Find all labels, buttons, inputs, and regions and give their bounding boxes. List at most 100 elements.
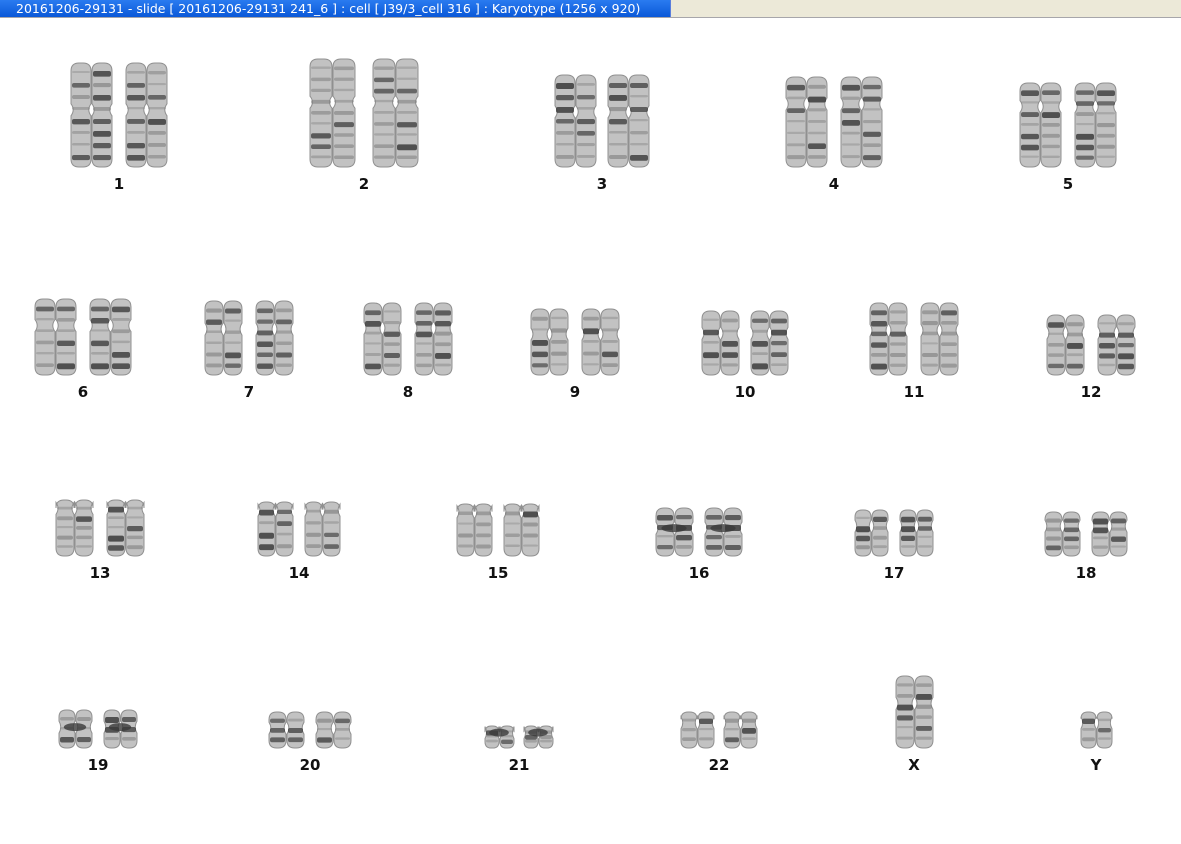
chromosome-homolog[interactable] (315, 711, 352, 749)
g-band (842, 96, 860, 100)
chromosome-homolog[interactable] (680, 711, 715, 749)
chromosome-homolog[interactable] (1019, 82, 1062, 168)
chromosome-homolog[interactable] (34, 298, 77, 376)
chromosome-homolog[interactable] (869, 302, 908, 376)
g-band (1081, 718, 1095, 725)
chromosome-pair-4[interactable] (785, 75, 883, 169)
g-band (311, 133, 331, 139)
centromere (489, 728, 509, 737)
chromosome-homolog[interactable] (1044, 511, 1081, 557)
chromosome-homolog[interactable] (854, 509, 889, 557)
g-band (1042, 123, 1060, 127)
chromosome-homolog[interactable] (103, 709, 138, 749)
chromosome-homolog[interactable] (304, 501, 341, 557)
g-band (1097, 718, 1111, 722)
chromosome-homolog[interactable] (1046, 314, 1085, 376)
chromosome-pair-22[interactable] (680, 710, 758, 750)
chromosome-homolog[interactable] (920, 302, 959, 376)
chromosome-pair-6[interactable] (34, 297, 132, 377)
chromosome-homolog[interactable] (523, 725, 554, 749)
chromosome-homolog[interactable] (255, 300, 294, 376)
chromosome-homolog[interactable] (554, 74, 597, 168)
g-band (941, 342, 957, 347)
chromosome-pair-18[interactable] (1044, 510, 1128, 558)
g-band (1046, 545, 1061, 551)
chromosome-homolog[interactable] (1074, 82, 1117, 168)
chromosome-pair-3[interactable] (554, 73, 650, 169)
chromosome-homolog[interactable] (899, 509, 934, 557)
g-band (725, 535, 741, 538)
chromosome-pair-16[interactable] (655, 506, 743, 558)
chromosome-homolog[interactable] (723, 711, 758, 749)
g-band (127, 131, 145, 134)
chromosome-pair-14[interactable] (257, 500, 341, 558)
chromosome-homolog[interactable] (530, 308, 569, 376)
chromosome-homolog[interactable] (704, 507, 743, 557)
chromosome-pair-1[interactable] (70, 61, 168, 169)
g-band (416, 363, 432, 368)
chromosome-homolog[interactable] (414, 302, 453, 376)
chromosome-homolog[interactable] (840, 76, 883, 168)
chromosome-pair-15[interactable] (456, 502, 540, 558)
chromosome-homolog[interactable] (1080, 711, 1112, 749)
chromosome-homolog[interactable] (257, 501, 294, 557)
g-band (918, 535, 932, 538)
chromosome-homolog[interactable] (70, 62, 113, 168)
window-title-tab[interactable]: 20161206-29131 - slide [ 20161206-29131 … (0, 0, 671, 17)
chromosome-pair-graphic (530, 308, 620, 376)
chromosome-homolog[interactable] (503, 503, 540, 557)
chromosome-homolog[interactable] (581, 308, 620, 376)
chromosome-pair-y[interactable] (1080, 710, 1112, 750)
chromosome-homolog[interactable] (750, 310, 789, 376)
g-band (270, 728, 285, 733)
g-band (630, 119, 648, 122)
chromosome-pair-8[interactable] (363, 301, 453, 377)
chromosome-homolog[interactable] (106, 499, 145, 557)
chromosome-pair-9[interactable] (530, 307, 620, 377)
chromosome-homolog[interactable] (55, 499, 94, 557)
g-band (856, 526, 870, 533)
chromosome-homolog[interactable] (607, 74, 650, 168)
chromosome-homolog[interactable] (1091, 511, 1128, 557)
chromosome-pair-19[interactable] (58, 708, 138, 750)
chromosome-homolog[interactable] (363, 302, 402, 376)
chromosome-homolog[interactable] (785, 76, 828, 168)
chromosome-homolog[interactable] (484, 725, 515, 749)
chromosome-pair-21[interactable] (484, 724, 554, 750)
chromosome-pair-12[interactable] (1046, 313, 1136, 377)
chromosome-homolog[interactable] (456, 503, 493, 557)
g-band (722, 318, 738, 323)
chromosome-pair-17[interactable] (854, 508, 934, 558)
chromosome-homolog[interactable] (701, 310, 740, 376)
chromosome-pair-11[interactable] (869, 301, 959, 377)
g-band (57, 306, 75, 312)
chromosome-homolog[interactable] (125, 62, 168, 168)
g-band (922, 363, 938, 367)
g-band (257, 352, 273, 358)
g-band (871, 363, 887, 370)
chromosome-pair-10[interactable] (701, 309, 789, 377)
chromosome-homolog[interactable] (89, 298, 132, 376)
chromosome-pair-x[interactable] (895, 674, 933, 750)
chromosome-homolog[interactable] (372, 58, 419, 168)
g-band (93, 131, 111, 137)
chromosome-pair-13[interactable] (55, 498, 145, 558)
chromosome-homolog[interactable] (268, 711, 305, 749)
chromosome-pair-20[interactable] (268, 710, 352, 750)
chromosome-pair-2[interactable] (309, 57, 419, 169)
chromosome-pair-5[interactable] (1019, 81, 1117, 169)
chromosome-homolog[interactable] (58, 709, 93, 749)
g-band (676, 535, 692, 541)
chromosome-pair-7[interactable] (204, 299, 294, 377)
g-band (435, 342, 451, 347)
g-band (127, 506, 143, 510)
chromosome-homolog[interactable] (1097, 314, 1136, 376)
g-band (602, 328, 618, 332)
chromosome-homolog[interactable] (204, 300, 243, 376)
chromosome-homolog[interactable] (895, 675, 933, 749)
chromosome-homolog[interactable] (655, 507, 694, 557)
g-band (277, 509, 292, 515)
chromosome-homolog[interactable] (309, 58, 356, 168)
g-band (706, 535, 722, 540)
g-band (225, 319, 241, 322)
